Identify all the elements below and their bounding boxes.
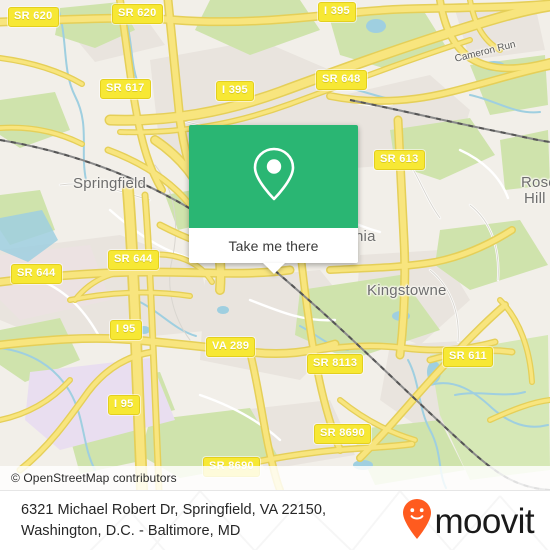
highway-shield[interactable]: I 95 bbox=[108, 395, 140, 415]
highway-shield[interactable]: SR 644 bbox=[108, 250, 159, 270]
footer-bar: 6321 Michael Robert Dr, Springfield, VA … bbox=[0, 490, 550, 550]
address-line-2: Washington, D.C. - Baltimore, MD bbox=[21, 523, 241, 539]
moovit-wordmark: moovit bbox=[434, 501, 535, 541]
highway-shield[interactable]: I 395 bbox=[318, 2, 356, 22]
highway-shield[interactable]: SR 648 bbox=[316, 70, 367, 90]
highway-shield[interactable]: SR 620 bbox=[112, 4, 163, 24]
osm-attribution-text[interactable]: © OpenStreetMap contributors bbox=[0, 471, 177, 485]
location-address: 6321 Michael Robert Dr, Springfield, VA … bbox=[0, 500, 326, 542]
highway-shield[interactable]: SR 8113 bbox=[307, 354, 364, 374]
map-canvas[interactable]: Springfield Kingstowne Rose Hill nia Cam… bbox=[0, 0, 550, 490]
address-line-1: 6321 Michael Robert Dr, Springfield, VA … bbox=[21, 502, 327, 518]
highway-shield[interactable]: SR 644 bbox=[11, 264, 62, 284]
location-info-card[interactable]: Take me there bbox=[189, 125, 358, 274]
highway-shield[interactable]: SR 613 bbox=[374, 150, 425, 170]
map-attribution-bar: © OpenStreetMap contributors bbox=[0, 466, 550, 490]
highway-shield[interactable]: VA 289 bbox=[206, 337, 256, 357]
highway-shield[interactable]: SR 617 bbox=[100, 79, 151, 99]
highway-shield[interactable]: SR 611 bbox=[443, 347, 493, 367]
highway-shield[interactable]: SR 620 bbox=[8, 7, 59, 27]
card-header bbox=[189, 125, 358, 228]
card-pointer-tail bbox=[262, 263, 285, 274]
moovit-smiley-pin-icon bbox=[402, 498, 432, 545]
moovit-brand[interactable]: moovit bbox=[402, 498, 550, 545]
highway-shield[interactable]: SR 8690 bbox=[314, 424, 371, 444]
map-screenshot: Springfield Kingstowne Rose Hill nia Cam… bbox=[0, 0, 550, 550]
card-footer[interactable]: Take me there bbox=[189, 228, 358, 274]
highway-shield[interactable]: I 395 bbox=[216, 81, 254, 101]
take-me-there-label: Take me there bbox=[228, 237, 319, 254]
map-pin-icon bbox=[250, 144, 298, 209]
highway-shield[interactable]: I 95 bbox=[110, 320, 142, 340]
